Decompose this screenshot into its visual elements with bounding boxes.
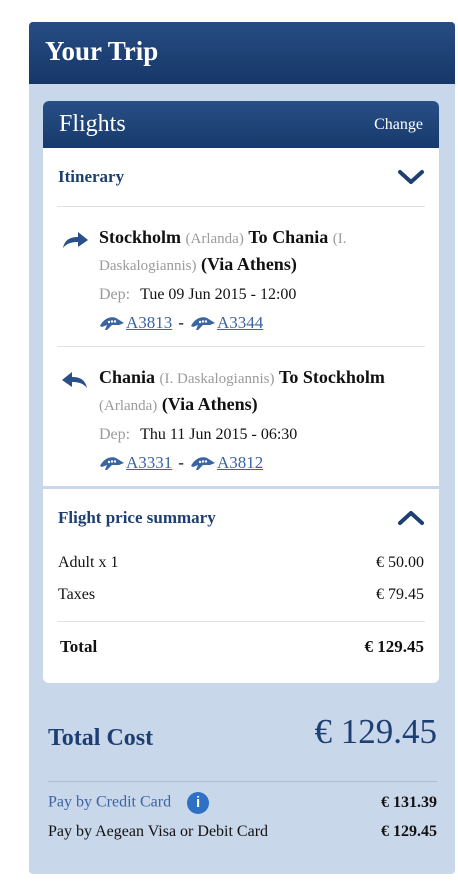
via-city: (Via Athens)	[200, 254, 297, 274]
arrow-right-icon	[63, 232, 88, 248]
inbound-flight: Chania (I. Daskalogiannis) To Stockholm …	[43, 347, 439, 486]
destination-airport: (Arlanda)	[99, 398, 158, 414]
price-summary-toggle[interactable]: Flight price summary	[43, 489, 439, 547]
panel-title: Your Trip	[29, 22, 455, 84]
info-icon[interactable]: i	[187, 792, 210, 814]
flight-number-link[interactable]: A3331	[126, 452, 172, 474]
flight-number-link[interactable]: A3813	[126, 312, 172, 334]
credit-card-price: € 131.39	[381, 794, 437, 811]
flight-number-link[interactable]: A3812	[217, 452, 263, 474]
total-cost-amount: € 129.45	[314, 712, 438, 751]
flight-numbers: A3813 - A3344	[99, 312, 425, 334]
via-city: (Via Athens)	[161, 394, 258, 414]
itinerary-label: Itinerary	[58, 167, 125, 186]
price-row-taxes: Taxes € 79.45	[43, 579, 439, 611]
origin-city: Chania	[99, 367, 156, 387]
pay-credit-card-link[interactable]: Pay by Credit Card	[48, 794, 171, 811]
summary-total-label: Total	[60, 637, 98, 656]
plane-icon	[190, 317, 215, 330]
plane-icon	[100, 457, 124, 470]
flights-title: Flights	[59, 111, 126, 137]
pay-debit-card-row: Pay by Aegean Visa or Debit Card € 129.4…	[48, 823, 437, 841]
flights-header: Flights Change	[43, 101, 439, 148]
price-row-adult: Adult x 1 € 50.00	[43, 547, 439, 579]
destination-city: Chania	[272, 227, 329, 247]
flight-numbers: A3331 - A3812	[99, 452, 425, 474]
price-label: Taxes	[58, 586, 96, 603]
flight-separator: -	[178, 453, 184, 472]
payment-divider	[48, 781, 437, 782]
change-link[interactable]: Change	[374, 116, 423, 134]
to-word: To	[248, 227, 268, 247]
origin-city: Stockholm	[99, 227, 182, 247]
plane-icon	[190, 457, 215, 470]
chevron-down-icon	[398, 170, 424, 184]
pay-debit-card-label: Pay by Aegean Visa or Debit Card	[48, 823, 269, 840]
outbound-flight: Stockholm (Arlanda) To Chania (I. Daskal…	[43, 207, 439, 346]
to-word: To	[279, 367, 299, 387]
origin-airport: (Arlanda)	[185, 231, 244, 247]
departure-datetime: Thu 11 Jun 2015 - 06:30	[140, 426, 298, 443]
inbound-route: Chania (I. Daskalogiannis) To Stockholm …	[99, 365, 425, 419]
debit-card-price: € 129.45	[381, 823, 437, 840]
pay-credit-card-row: Pay by Credit Card i € 131.39	[48, 792, 437, 814]
plane-icon	[100, 317, 124, 330]
total-cost: Total Cost € 129.45	[48, 712, 437, 752]
summary-total-row: Total € 129.45	[43, 622, 439, 672]
departure-label: Dep:	[99, 426, 131, 443]
price-summary-title: Flight price summary	[58, 508, 216, 527]
flight-number-link[interactable]: A3344	[217, 312, 263, 334]
total-cost-label: Total Cost	[48, 724, 154, 751]
price-label: Adult x 1	[58, 554, 119, 571]
your-trip-panel: Your Trip Flights Change Itinerary Stock…	[29, 22, 455, 874]
departure-datetime: Tue 09 Jun 2015 - 12:00	[140, 286, 297, 303]
summary-total-value: € 129.45	[364, 637, 425, 656]
price-value: € 79.45	[376, 586, 424, 603]
flight-separator: -	[178, 313, 184, 332]
chevron-up-icon	[398, 511, 424, 525]
departure-label: Dep:	[99, 286, 131, 303]
flights-card: Flights Change Itinerary Stockholm (Arla…	[43, 101, 439, 683]
origin-airport: (I. Daskalogiannis)	[159, 371, 275, 387]
outbound-route: Stockholm (Arlanda) To Chania (I. Daskal…	[99, 225, 425, 279]
price-value: € 50.00	[376, 554, 424, 571]
itinerary-toggle[interactable]: Itinerary	[43, 148, 439, 206]
destination-city: Stockholm	[302, 367, 385, 387]
departure-info: Dep: Thu 11 Jun 2015 - 06:30	[99, 424, 425, 446]
arrow-left-icon	[62, 372, 87, 388]
departure-info: Dep: Tue 09 Jun 2015 - 12:00	[99, 284, 425, 306]
